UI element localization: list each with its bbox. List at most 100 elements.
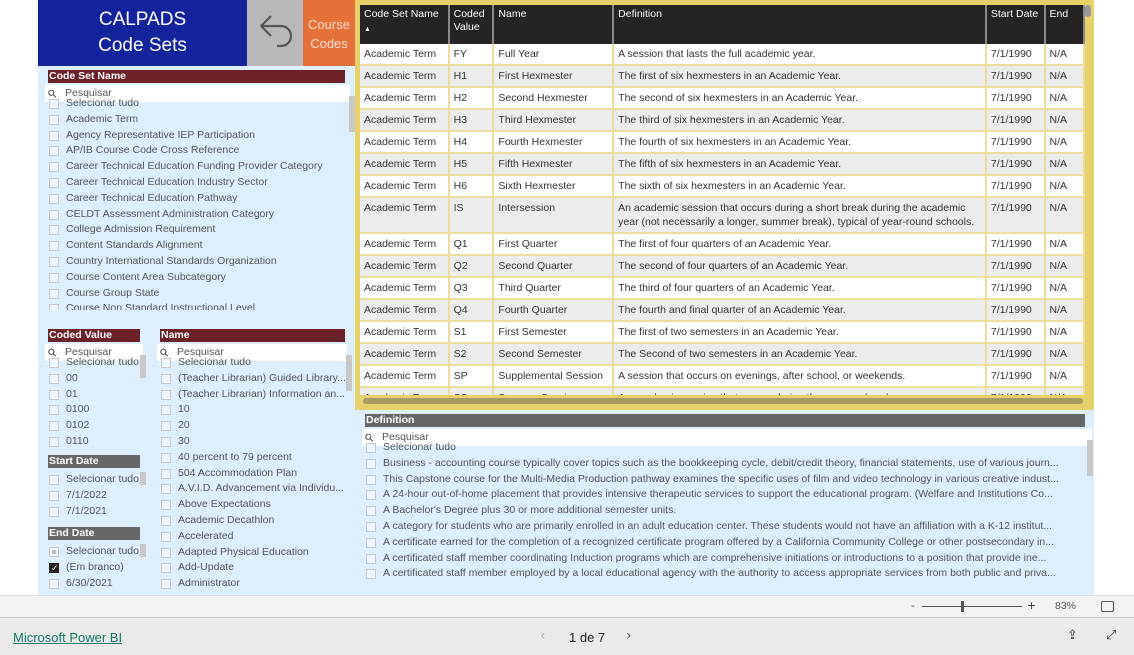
checkbox[interactable] xyxy=(49,421,59,432)
table-row[interactable]: Academic Term S2 Second Semester The Second… xyxy=(360,343,1085,366)
checkbox[interactable] xyxy=(161,452,171,463)
zoom-slider-thumb[interactable] xyxy=(960,601,964,612)
checkbox[interactable] xyxy=(366,443,376,453)
checkbox[interactable] xyxy=(49,272,59,283)
table-row[interactable]: Academic Term Q2 Second Quarter The second … xyxy=(360,255,1085,278)
code-set-name-scrollbar[interactable] xyxy=(349,96,355,132)
slicer-item[interactable]: 6/30/2021 xyxy=(48,576,144,592)
slicer-item[interactable]: Agency Representative IEP Participation xyxy=(48,128,353,144)
horizontal-scrollbar[interactable] xyxy=(363,398,1083,404)
checkbox[interactable] xyxy=(49,547,59,557)
slicer-item[interactable]: 30 xyxy=(160,434,350,450)
table-row[interactable]: Academic Term Q1 First Quarter The first of… xyxy=(360,233,1085,256)
name-scrollbar[interactable] xyxy=(346,355,352,391)
zoom-out-button[interactable]: - xyxy=(911,599,915,612)
slicer-item[interactable]: Content Standards Alignment xyxy=(48,238,353,254)
slicer-item[interactable]: Adapted Physical Education xyxy=(160,545,350,561)
checkbox[interactable] xyxy=(49,193,59,204)
checkbox[interactable] xyxy=(49,146,59,157)
table-row[interactable]: Academic Term SP Supplemental Session A ses… xyxy=(360,365,1085,388)
slicer-item[interactable]: Selecionar tudo xyxy=(48,544,144,560)
table-row[interactable]: Academic Term H6 Sixth Hexmester The sixth … xyxy=(360,175,1085,198)
checkbox[interactable] xyxy=(49,256,59,267)
checkbox[interactable] xyxy=(161,484,171,495)
course-codes-button[interactable]: Course Codes xyxy=(303,0,355,66)
vertical-scrollbar[interactable] xyxy=(1085,5,1091,17)
slicer-item[interactable]: A 24-hour out-of-home placement that pro… xyxy=(365,487,1091,503)
checkbox[interactable] xyxy=(161,531,171,542)
checkbox[interactable] xyxy=(49,506,59,517)
checkbox[interactable] xyxy=(366,521,376,532)
slicer-item[interactable]: Career Technical Education Funding Provi… xyxy=(48,159,353,175)
slicer-item[interactable]: Administrator xyxy=(160,576,350,592)
column-header[interactable]: End xyxy=(1044,5,1085,44)
checkbox[interactable] xyxy=(49,561,59,576)
slicer-item[interactable]: Academic Decathlon xyxy=(160,513,350,529)
fit-to-page-icon[interactable] xyxy=(1101,601,1114,612)
slicer-item[interactable]: Selecionar tudo xyxy=(48,96,353,112)
slicer-item[interactable]: Add-Update xyxy=(160,560,350,576)
table-row[interactable]: Academic Term IS Intersession An academic s… xyxy=(360,197,1085,234)
slicer-item[interactable]: CELDT Assessment Administration Category xyxy=(48,207,353,223)
table-row[interactable]: Academic Term Q3 Third Quarter The third of… xyxy=(360,277,1085,300)
checkbox[interactable] xyxy=(49,358,59,368)
slicer-item[interactable]: 504 Accommodation Plan xyxy=(160,466,350,482)
end-date-scrollbar[interactable] xyxy=(140,544,146,557)
checkbox[interactable] xyxy=(49,225,59,236)
sort-ascending-icon[interactable]: ▲ xyxy=(364,23,444,36)
slicer-item[interactable]: Course Group State xyxy=(48,286,353,302)
checkbox[interactable] xyxy=(161,547,171,558)
slicer-item[interactable]: A.V.I.D. Advancement via Individu... xyxy=(160,481,350,497)
slicer-item[interactable]: 00 xyxy=(48,371,144,387)
slicer-item[interactable]: Selecionar tudo xyxy=(160,355,350,371)
slicer-item[interactable]: 0102 xyxy=(48,418,144,434)
checkbox[interactable] xyxy=(161,405,171,416)
coded-value-scrollbar[interactable] xyxy=(140,355,146,378)
checkbox[interactable] xyxy=(49,304,59,310)
checkbox[interactable] xyxy=(161,500,171,511)
table-row[interactable]: Academic Term Q4 Fourth Quarter The fourth … xyxy=(360,299,1085,322)
slicer-item[interactable]: (Em branco) xyxy=(48,560,144,576)
slicer-item[interactable]: A category for students who are primaril… xyxy=(365,519,1091,535)
checkbox[interactable] xyxy=(49,405,59,416)
slicer-item[interactable]: Course Content Area Subcategory xyxy=(48,270,353,286)
slicer-item[interactable]: Business - accounting course typically c… xyxy=(365,456,1091,472)
previous-page-button[interactable]: ‹ xyxy=(540,628,546,644)
checkbox[interactable] xyxy=(49,373,59,384)
table-row[interactable]: Academic Term FY Full Year A session that l… xyxy=(360,44,1085,66)
slicer-item[interactable]: A certificated staff member employed by … xyxy=(365,566,1091,582)
checkbox[interactable] xyxy=(366,458,376,469)
back-button[interactable] xyxy=(247,0,303,66)
checkbox[interactable] xyxy=(49,99,59,109)
checkbox[interactable] xyxy=(366,490,376,501)
slicer-item[interactable]: 20 xyxy=(160,418,350,434)
checkbox[interactable] xyxy=(161,436,171,447)
checkbox[interactable] xyxy=(161,579,171,590)
checkbox[interactable] xyxy=(49,578,59,589)
table-row[interactable]: Academic Term H5 Fifth Hexmester The fifth … xyxy=(360,153,1085,176)
column-header[interactable]: Name xyxy=(493,5,615,44)
checkbox[interactable] xyxy=(49,490,59,501)
slicer-item[interactable]: 0110 xyxy=(48,434,144,447)
checkbox[interactable] xyxy=(161,563,171,574)
slicer-item[interactable]: Selecionar tudo xyxy=(48,355,144,371)
checkbox[interactable] xyxy=(49,389,59,400)
checkbox[interactable] xyxy=(49,288,59,299)
table-row[interactable]: Academic Term H3 Third Hexmester The third … xyxy=(360,109,1085,132)
slicer-item[interactable]: 10 xyxy=(160,402,350,418)
checkbox[interactable] xyxy=(366,506,376,517)
checkbox[interactable] xyxy=(161,358,171,368)
slicer-item[interactable]: Career Technical Education Pathway xyxy=(48,191,353,207)
checkbox[interactable] xyxy=(49,114,59,125)
slicer-item[interactable]: Accelerated xyxy=(160,529,350,545)
slicer-item[interactable]: College Admission Requirement xyxy=(48,222,353,238)
slicer-item[interactable]: (Teacher Librarian) Guided Library... xyxy=(160,371,350,387)
slicer-item[interactable]: Course Non Standard Instructional Level xyxy=(48,301,353,310)
slicer-item[interactable]: 7/1/2021 xyxy=(48,504,144,520)
power-bi-link[interactable]: Microsoft Power BI xyxy=(13,630,122,645)
slicer-item[interactable]: Selecionar tudo xyxy=(365,440,1091,456)
checkbox[interactable] xyxy=(49,209,59,220)
slicer-item[interactable]: 0100 xyxy=(48,402,144,418)
checkbox[interactable] xyxy=(49,162,59,173)
column-header[interactable]: Coded Value xyxy=(448,5,495,44)
